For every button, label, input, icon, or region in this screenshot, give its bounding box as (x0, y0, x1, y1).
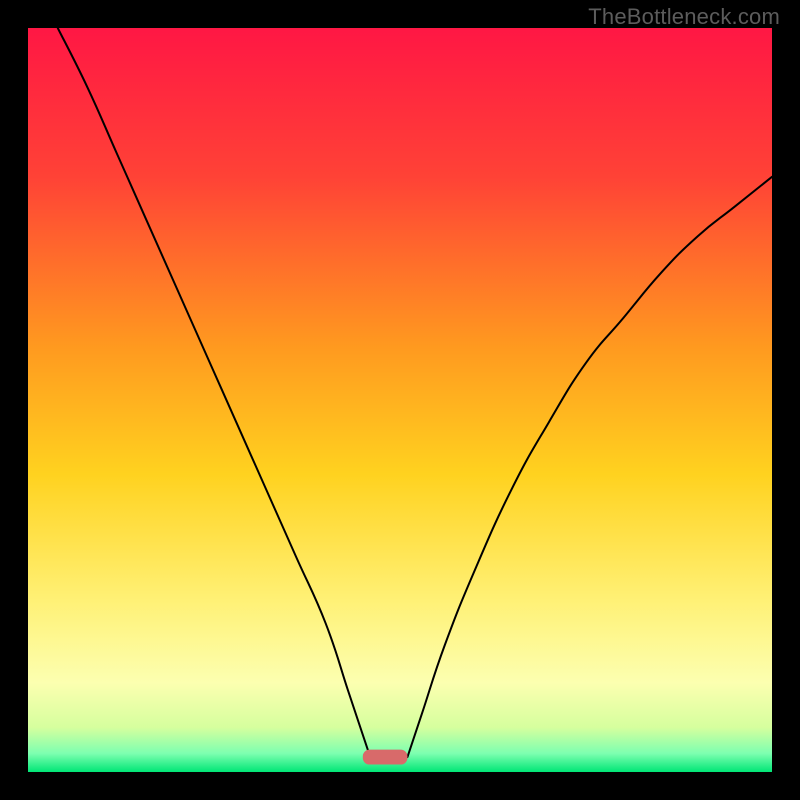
min-marker (363, 750, 408, 765)
chart-frame: TheBottleneck.com (0, 0, 800, 800)
right-curve (407, 177, 772, 757)
curves-layer (28, 28, 772, 772)
plot-area (28, 28, 772, 772)
left-curve (58, 28, 370, 757)
watermark-text: TheBottleneck.com (588, 4, 780, 30)
